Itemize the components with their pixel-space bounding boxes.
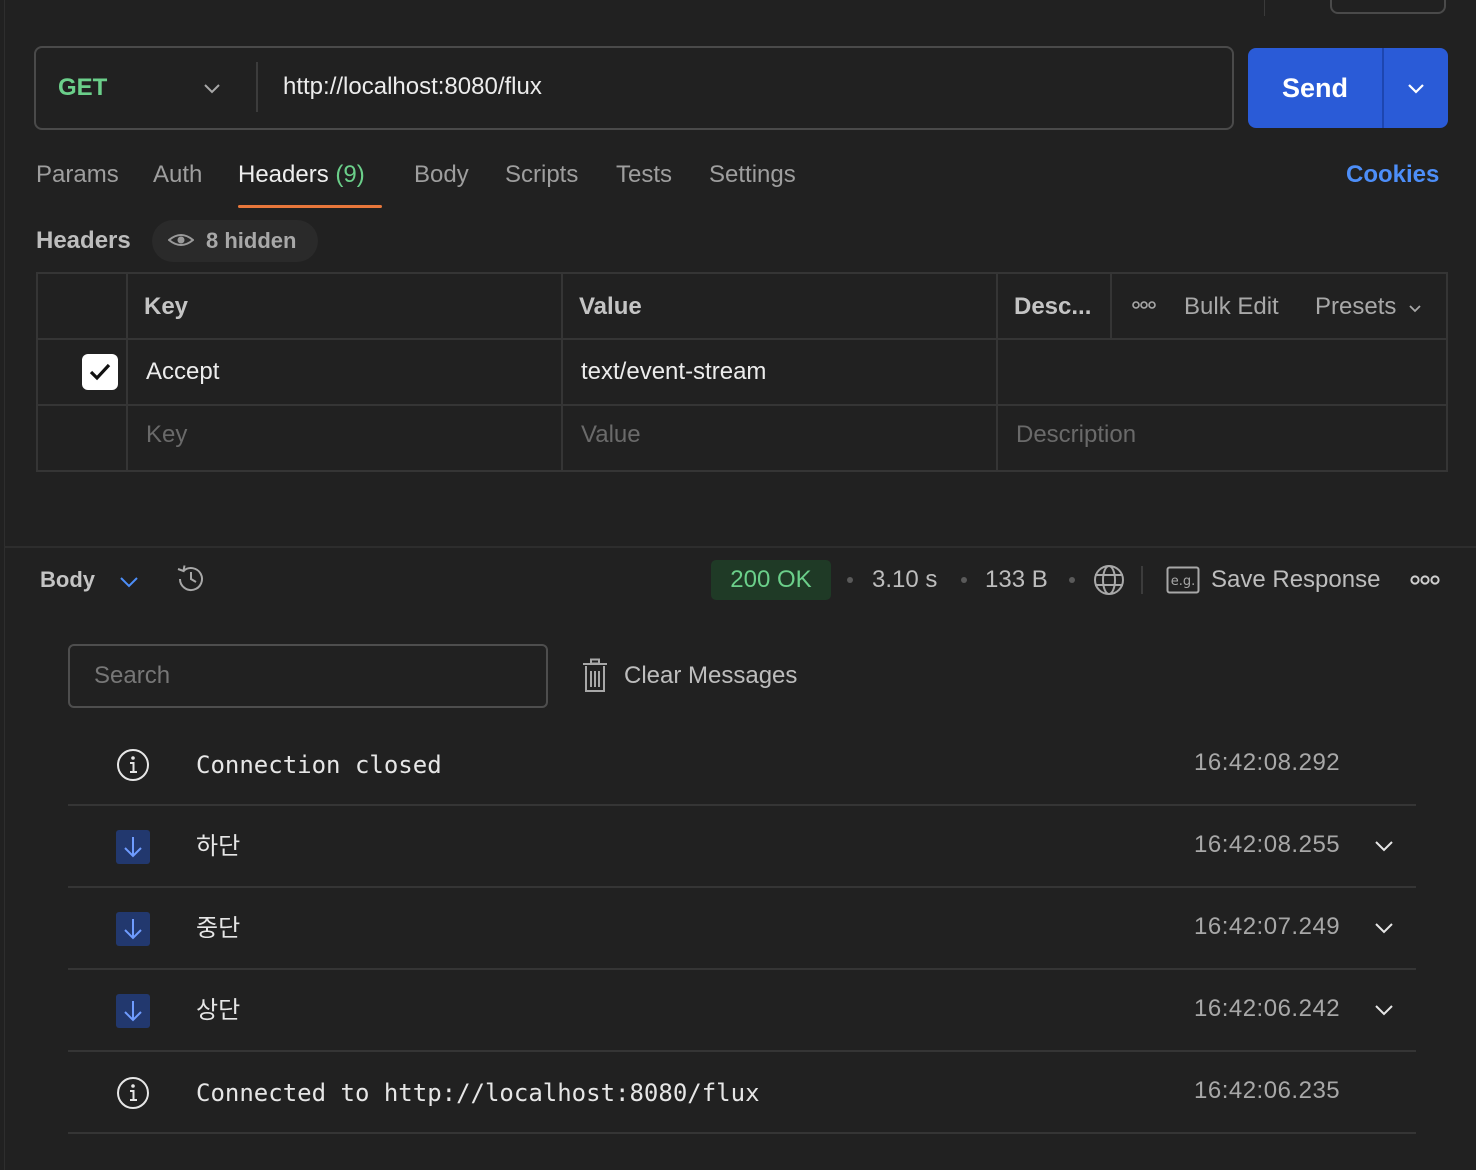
message-timestamp: 16:42:06.235 <box>1194 1077 1341 1104</box>
chevron-down-icon[interactable] <box>1374 918 1394 938</box>
info-icon <box>117 1077 149 1109</box>
chevron-down-icon <box>1409 305 1421 312</box>
eye-icon <box>168 234 194 246</box>
presets-dropdown[interactable]: Presets <box>1315 290 1423 324</box>
separator-dot <box>961 577 967 583</box>
message-row[interactable]: Connected to http://localhost:8080/flux … <box>68 1052 1416 1134</box>
column-header-value: Value <box>579 293 642 320</box>
trash-icon[interactable] <box>580 658 610 694</box>
new-value-input[interactable]: Value <box>581 418 641 452</box>
tab-settings[interactable]: Settings <box>709 158 796 192</box>
tab-tests[interactable]: Tests <box>616 158 672 192</box>
tab-body[interactable]: Body <box>414 158 469 192</box>
tab-headers[interactable]: Headers (9) <box>238 158 365 192</box>
column-divider <box>126 272 128 472</box>
tab-auth[interactable]: Auth <box>153 158 202 192</box>
chevron-down-icon[interactable] <box>118 570 140 592</box>
globe-icon[interactable] <box>1092 563 1126 597</box>
new-description-input[interactable]: Description <box>1016 418 1136 452</box>
chevron-down-icon[interactable] <box>202 78 222 98</box>
column-divider <box>561 272 563 472</box>
message-text: 중단 <box>196 915 241 942</box>
hidden-headers-count: 8 hidden <box>206 228 297 253</box>
history-icon[interactable] <box>174 562 208 596</box>
send-button-group: Send <box>1248 48 1448 128</box>
tab-headers-label: Headers <box>238 161 329 188</box>
response-body-select[interactable]: Body <box>40 564 95 596</box>
response-time[interactable]: 3.10 s <box>872 563 937 597</box>
table-divider <box>36 404 1448 406</box>
url-input[interactable]: http://localhost:8080/flux <box>283 70 542 104</box>
checkmark-icon <box>89 363 111 381</box>
response-divider <box>4 546 1476 548</box>
header-enabled-checkbox[interactable] <box>82 354 118 390</box>
message-row[interactable]: Connection closed 16:42:08.292 <box>68 724 1416 806</box>
column-divider <box>1110 272 1112 340</box>
top-divider <box>1264 0 1265 16</box>
chevron-down-icon[interactable] <box>1374 836 1394 856</box>
column-divider <box>996 272 998 472</box>
message-text: Connected to http://localhost:8080/flux <box>196 1079 760 1107</box>
chevron-down-icon[interactable] <box>1374 1000 1394 1020</box>
tab-headers-count: (9) <box>335 161 365 188</box>
message-timestamp: 16:42:06.242 <box>1194 995 1341 1022</box>
save-response-button[interactable]: Save Response <box>1211 563 1380 597</box>
clear-messages-button[interactable]: Clear Messages <box>624 659 797 693</box>
incoming-message-icon <box>116 912 150 946</box>
separator-dot <box>1069 577 1075 583</box>
message-timestamp: 16:42:08.255 <box>1194 831 1341 858</box>
table-divider <box>36 338 1448 340</box>
new-key-input[interactable]: Key <box>146 418 187 452</box>
info-icon <box>117 749 149 781</box>
window-left-border <box>4 0 5 1170</box>
more-options-icon[interactable] <box>1410 574 1440 586</box>
bulk-edit-button[interactable]: Bulk Edit <box>1184 290 1279 324</box>
separator-dot <box>847 577 853 583</box>
headers-section-title: Headers <box>36 227 131 254</box>
search-placeholder: Search <box>94 662 171 689</box>
message-text: 하단 <box>196 833 241 860</box>
active-tab-indicator <box>238 205 382 208</box>
header-key-cell[interactable]: Accept <box>146 355 219 389</box>
status-badge[interactable]: 200 OK <box>711 560 831 600</box>
message-text: 상단 <box>196 997 241 1024</box>
response-size[interactable]: 133 B <box>985 563 1048 597</box>
message-text: Connection closed <box>196 751 442 779</box>
send-options-button[interactable] <box>1384 48 1448 128</box>
message-timestamp: 16:42:07.249 <box>1194 913 1341 940</box>
message-row[interactable]: 하단 16:42:08.255 <box>68 806 1416 888</box>
meta-divider <box>1141 566 1143 594</box>
column-header-description: Desc... <box>1014 293 1092 320</box>
http-method-select[interactable]: GET <box>58 72 107 104</box>
message-row[interactable]: 중단 16:42:07.249 <box>68 888 1416 970</box>
tab-params[interactable]: Params <box>36 158 119 192</box>
incoming-message-icon <box>116 830 150 864</box>
arrow-down-icon <box>124 837 142 858</box>
tab-scripts[interactable]: Scripts <box>505 158 578 192</box>
message-row[interactable]: 상단 16:42:06.242 <box>68 970 1416 1052</box>
more-options-icon[interactable] <box>1132 300 1156 310</box>
chevron-down-icon <box>1408 84 1424 94</box>
example-icon: e.g. <box>1166 566 1200 594</box>
column-header-key: Key <box>144 293 189 320</box>
url-divider <box>256 62 258 112</box>
message-timestamp: 16:42:08.292 <box>1194 749 1341 776</box>
arrow-down-icon <box>124 919 142 940</box>
cookies-link[interactable]: Cookies <box>1346 158 1439 192</box>
svg-text:e.g.: e.g. <box>1171 574 1196 589</box>
send-button[interactable]: Send <box>1248 48 1382 128</box>
header-value-cell[interactable]: text/event-stream <box>581 355 766 389</box>
presets-label: Presets <box>1315 293 1397 320</box>
top-toolbar-button[interactable] <box>1330 0 1446 14</box>
arrow-down-icon <box>124 1001 142 1022</box>
incoming-message-icon <box>116 994 150 1028</box>
